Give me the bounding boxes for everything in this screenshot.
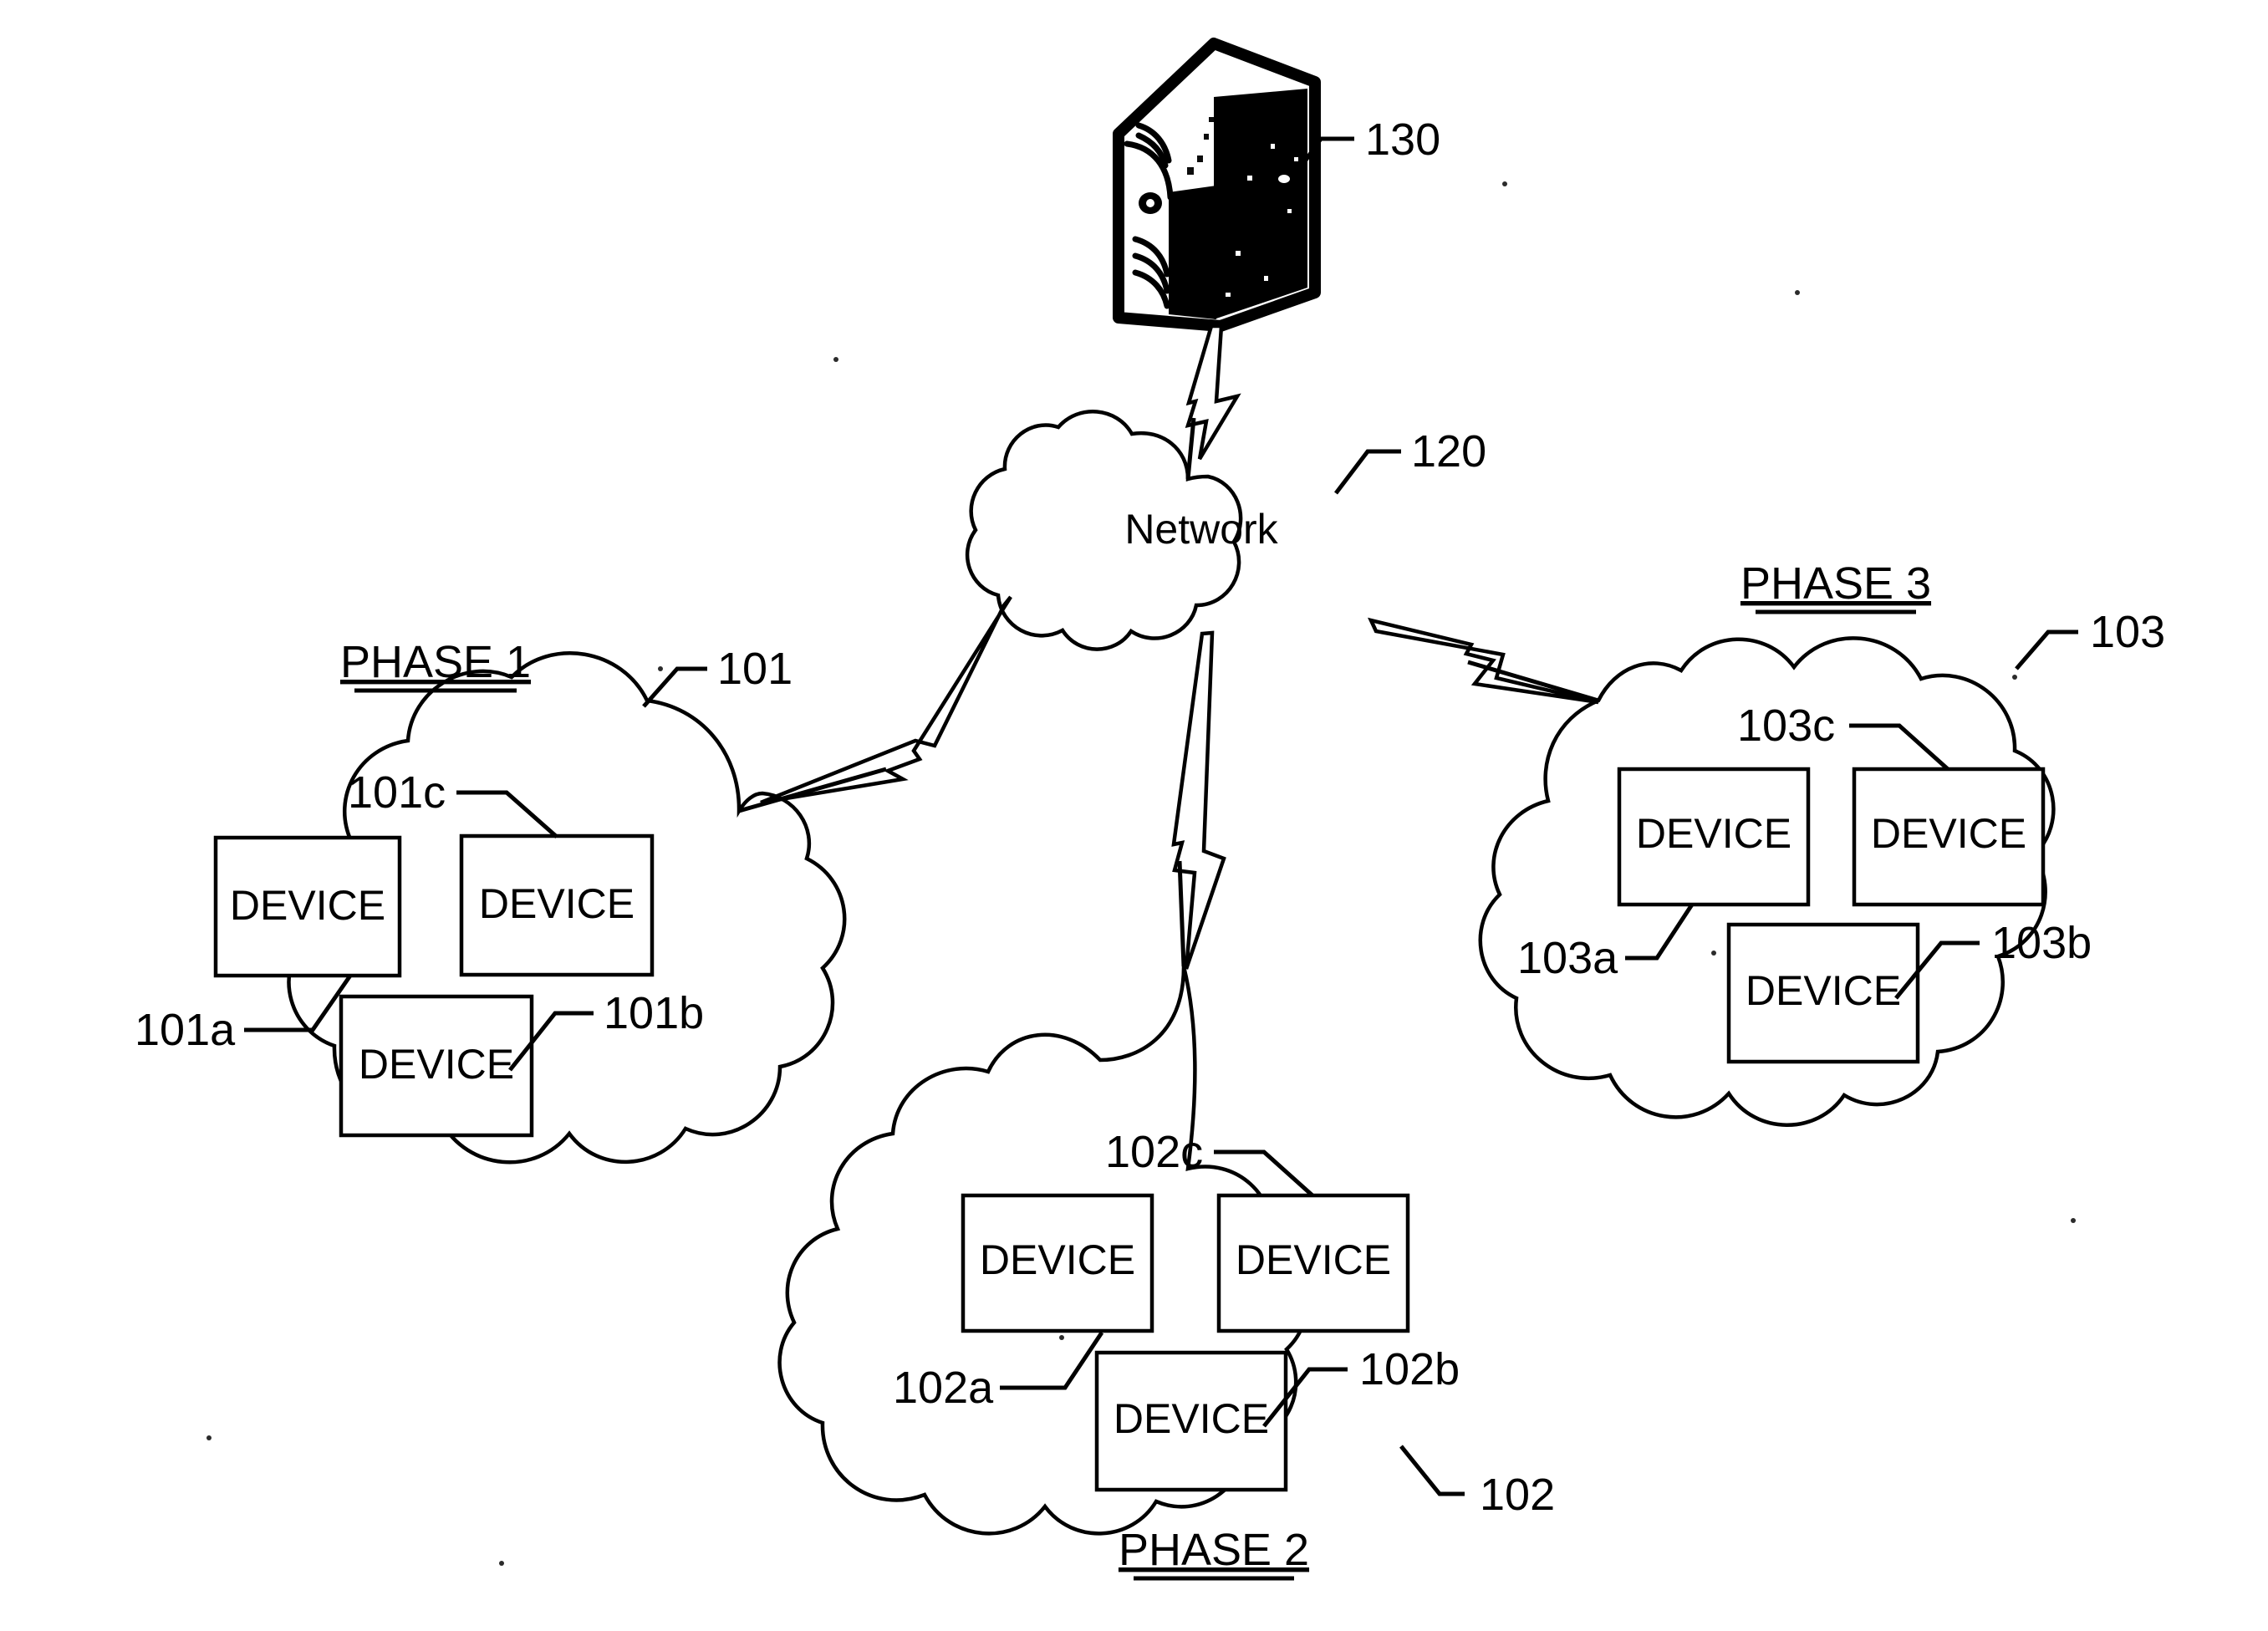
ref-label-101b: 101b xyxy=(604,988,704,1038)
ref-label-101: 101 xyxy=(717,644,793,694)
ref-leader-103a xyxy=(1625,903,1695,961)
device-label-102b: DEVICE xyxy=(1114,1395,1269,1442)
ref-leader-102c xyxy=(1214,1149,1314,1197)
ref-label-101c: 101c xyxy=(348,767,446,818)
connector-network-to-phase3 xyxy=(1368,617,1599,705)
phase3-title: PHASE 3 xyxy=(1740,558,1931,609)
phase3-group: PHASE 3 103 DEVICE DEVICE DEVICE 103a 10… xyxy=(1478,558,2165,1127)
ref-label-103a: 103a xyxy=(1517,933,1618,983)
figure-canvas: 130 Network 120 PHASE 1 101 DEVICE DEVIC… xyxy=(0,0,2268,1631)
ref-label-102a: 102a xyxy=(893,1363,994,1413)
device-label-103a: DEVICE xyxy=(1636,810,1791,857)
ref-leader-103c xyxy=(1849,723,1949,771)
device-label-103b: DEVICE xyxy=(1746,967,1901,1014)
ref-label-130: 130 xyxy=(1365,115,1440,165)
phase2-group: PHASE 2 102 DEVICE DEVICE DEVICE 102a 10… xyxy=(777,966,1555,1581)
connector-network-to-phase1 xyxy=(738,595,1012,813)
phase1-title: PHASE 1 xyxy=(340,637,531,687)
device-label-101b: DEVICE xyxy=(359,1041,514,1088)
ref-leader-102 xyxy=(1399,1445,1465,1496)
ref-label-120: 120 xyxy=(1411,426,1486,477)
connector-server-to-network xyxy=(1185,324,1241,480)
ref-label-102: 102 xyxy=(1480,1470,1555,1520)
server-tower-icon xyxy=(1113,38,1321,332)
network-label: Network xyxy=(1124,506,1278,553)
patent-figure: 130 Network 120 PHASE 1 101 DEVICE DEVIC… xyxy=(135,38,2165,1581)
phase1-group: PHASE 1 101 DEVICE DEVICE DEVICE 101a 10… xyxy=(135,637,847,1165)
ref-label-103b: 103b xyxy=(1991,918,2092,968)
device-label-103c: DEVICE xyxy=(1871,810,2026,857)
ref-leader-103 xyxy=(2015,629,2078,670)
device-label-102a: DEVICE xyxy=(980,1236,1135,1283)
ref-label-101a: 101a xyxy=(135,1005,236,1055)
device-label-101c: DEVICE xyxy=(479,880,635,927)
ref-leader-101c xyxy=(456,790,558,838)
ref-label-102b: 102b xyxy=(1359,1344,1460,1394)
device-label-102c: DEVICE xyxy=(1236,1236,1391,1283)
phase2-title: PHASE 2 xyxy=(1119,1525,1309,1575)
ref-leader-101a xyxy=(244,974,353,1032)
device-label-101a: DEVICE xyxy=(230,882,385,929)
ref-leader-120 xyxy=(1334,449,1401,495)
ref-label-102c: 102c xyxy=(1105,1127,1203,1177)
ref-leader-102a xyxy=(1000,1331,1104,1390)
ref-label-103: 103 xyxy=(2090,607,2165,657)
connector-network-to-phase2 xyxy=(1171,630,1226,970)
ref-label-103c: 103c xyxy=(1737,701,1835,751)
